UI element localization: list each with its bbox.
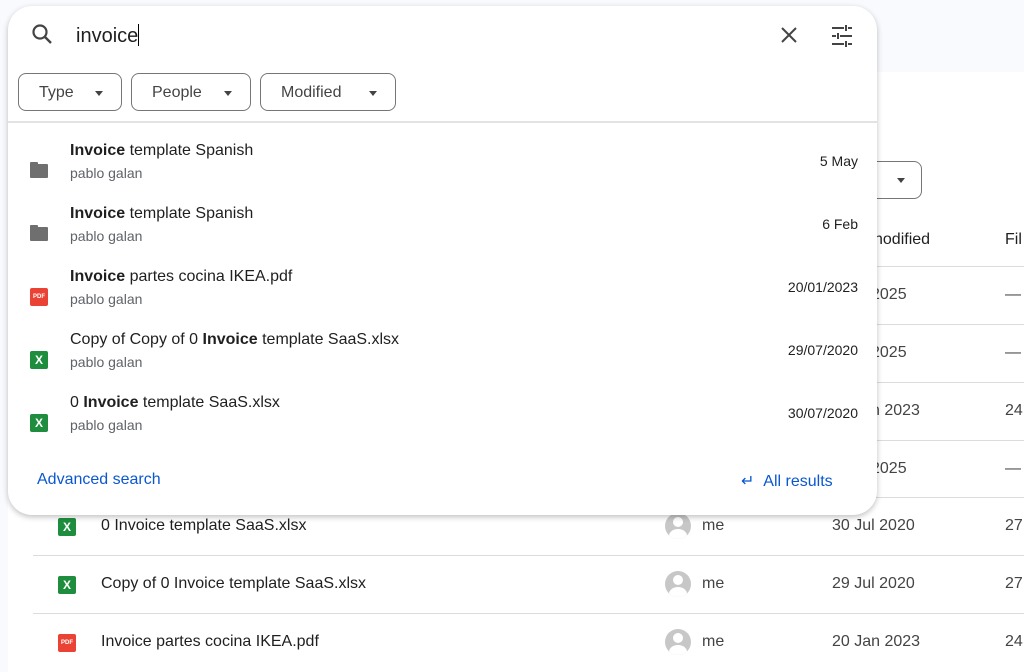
search-dropdown: invoice Type People Modified Invoice tem… — [8, 6, 877, 515]
search-result[interactable]: Invoice template Spanish pablo galan 5 M… — [8, 142, 877, 205]
filter-modified[interactable]: Modified — [260, 73, 396, 111]
tune-icon[interactable] — [830, 24, 854, 48]
column-header-modified[interactable]: nodified — [874, 231, 930, 249]
pdf-icon: PDF — [30, 288, 48, 306]
column-header-file-size[interactable]: Fil — [1005, 231, 1022, 249]
result-date: 20/01/2023 — [788, 279, 858, 295]
result-title: 0 Invoice template SaaS.xlsx — [70, 394, 280, 412]
result-owner: pablo galan — [70, 291, 142, 307]
result-title: Copy of Copy of 0 Invoice template SaaS.… — [70, 331, 399, 349]
filter-label: Type — [39, 84, 74, 101]
file-name: Copy of 0 Invoice template SaaS.xlsx — [101, 575, 366, 593]
result-owner: pablo galan — [70, 354, 142, 370]
file-size: — — [1005, 286, 1021, 304]
file-size: 24 — [1005, 402, 1023, 420]
result-title: Invoice template Spanish — [70, 142, 253, 160]
result-date: 5 May — [820, 153, 858, 169]
filter-label: People — [152, 84, 202, 101]
all-results-link[interactable]: ↵ All results — [741, 471, 833, 491]
pdf-icon: PDF — [58, 634, 76, 652]
file-size: 27 — [1005, 517, 1023, 535]
chevron-down-icon — [95, 91, 103, 96]
search-icon[interactable] — [30, 22, 54, 46]
file-date: 29 Jul 2020 — [832, 575, 915, 593]
search-result[interactable]: X 0 Invoice template SaaS.xlsx pablo gal… — [8, 394, 877, 457]
result-date: 30/07/2020 — [788, 405, 858, 421]
file-name: 0 Invoice template SaaS.xlsx — [101, 517, 306, 535]
folder-icon — [30, 162, 48, 178]
file-row[interactable]: PDF Invoice partes cocina IKEA.pdf me 20… — [33, 613, 1024, 671]
result-date: 29/07/2020 — [788, 342, 858, 358]
file-owner: me — [702, 633, 724, 651]
divider — [8, 121, 877, 123]
chevron-down-icon — [224, 91, 232, 96]
result-title: Invoice template Spanish — [70, 205, 253, 223]
file-date: 30 Jul 2020 — [832, 517, 915, 535]
filter-people[interactable]: People — [131, 73, 251, 111]
file-owner: me — [702, 517, 724, 535]
filter-label: Modified — [281, 84, 341, 101]
avatar-icon — [665, 513, 691, 539]
result-date: 6 Feb — [822, 216, 858, 232]
avatar-icon — [665, 571, 691, 597]
advanced-search-link[interactable]: Advanced search — [37, 471, 161, 489]
filter-type[interactable]: Type — [18, 73, 122, 111]
file-size: 24 — [1005, 633, 1023, 651]
file-size: — — [1005, 344, 1021, 362]
file-name: Invoice partes cocina IKEA.pdf — [101, 633, 319, 651]
sheets-icon: X — [58, 576, 76, 594]
search-result[interactable]: PDF Invoice partes cocina IKEA.pdf pablo… — [8, 268, 877, 331]
file-date: 20 Jan 2023 — [832, 633, 920, 651]
sheets-icon: X — [30, 351, 48, 369]
file-row[interactable]: X Copy of 0 Invoice template SaaS.xlsx m… — [33, 555, 1024, 613]
result-owner: pablo galan — [70, 228, 142, 244]
enter-arrow-icon: ↵ — [741, 473, 754, 490]
search-input[interactable]: invoice — [76, 24, 139, 48]
file-size: 27 — [1005, 575, 1023, 593]
chevron-down-icon — [369, 91, 377, 96]
sheets-icon: X — [58, 518, 76, 536]
result-title: Invoice partes cocina IKEA.pdf — [70, 268, 292, 286]
sheets-icon: X — [30, 414, 48, 432]
file-owner: me — [702, 575, 724, 593]
chevron-down-icon — [897, 178, 905, 183]
result-owner: pablo galan — [70, 417, 142, 433]
close-icon[interactable] — [778, 24, 800, 46]
all-results-label: All results — [763, 473, 832, 490]
folder-icon — [30, 225, 48, 241]
search-result[interactable]: X Copy of Copy of 0 Invoice template Saa… — [8, 331, 877, 394]
file-date: n 2023 — [871, 402, 920, 420]
file-size: — — [1005, 460, 1021, 478]
avatar-icon — [665, 629, 691, 655]
search-result[interactable]: Invoice template Spanish pablo galan 6 F… — [8, 205, 877, 268]
result-owner: pablo galan — [70, 165, 142, 181]
